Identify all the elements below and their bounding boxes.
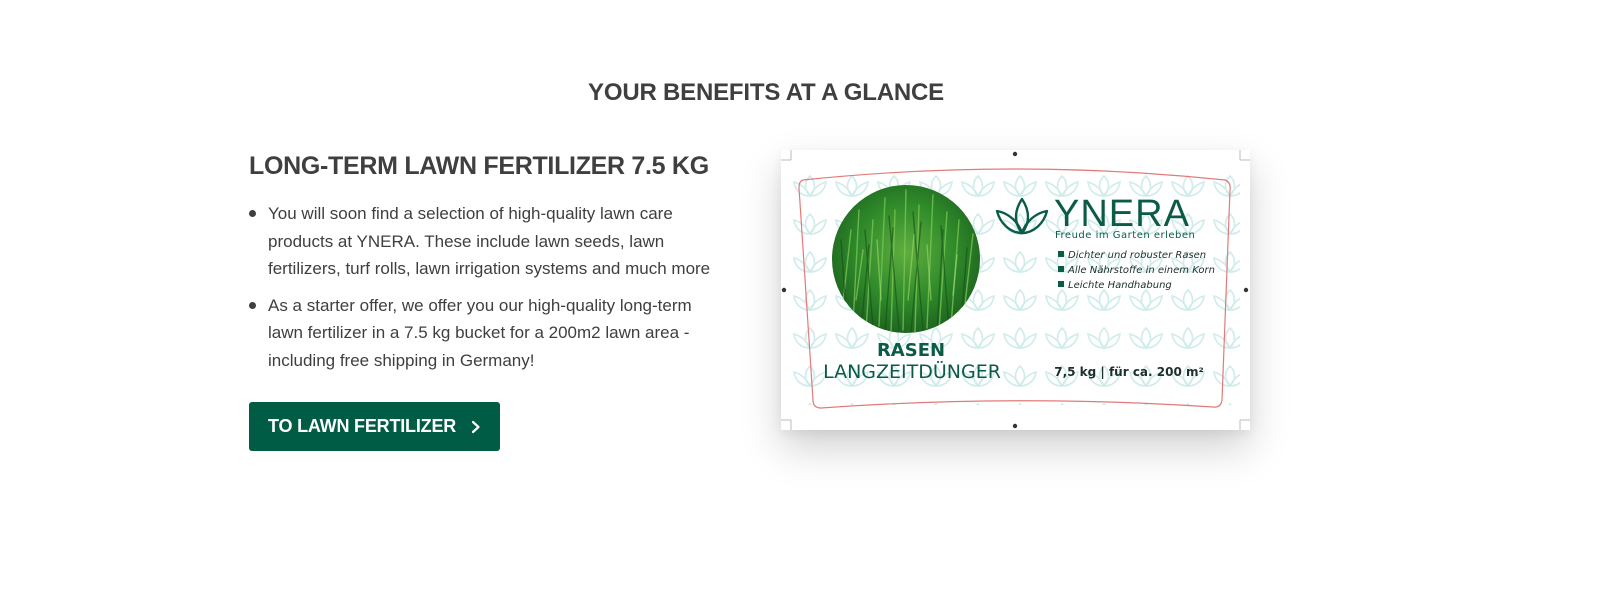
product-line1: RASEN bbox=[877, 340, 945, 361]
chevron-right-icon bbox=[471, 420, 480, 433]
product-label-image: YNERA Freude im Garten erleben Dichter u… bbox=[781, 150, 1250, 430]
grass-photo bbox=[832, 185, 980, 333]
bullet-icon bbox=[249, 210, 256, 217]
benefit-text: You will soon find a selection of high-q… bbox=[268, 204, 711, 278]
cta-label: TO LAWN FERTILIZER bbox=[268, 416, 457, 436]
benefits-content: LONG-TERM LAWN FERTILIZER 7.5 KG You wil… bbox=[249, 150, 719, 451]
benefit-text: As a starter offer, we offer you our hig… bbox=[268, 295, 692, 370]
bullet-icon bbox=[249, 301, 256, 309]
feature-text: Dichter und robuster Rasen bbox=[1068, 250, 1206, 261]
feature-text: Leichte Handhabung bbox=[1068, 280, 1172, 291]
product-line2: LANGZEITDÜNGER bbox=[823, 360, 1001, 383]
list-item: As a starter offer, we offer you our hig… bbox=[249, 292, 719, 375]
benefits-list: You will soon find a selection of high-q… bbox=[249, 200, 719, 374]
section-title: YOUR BENEFITS AT A GLANCE bbox=[588, 79, 944, 106]
size-info: 7,5 kg | für ca. 200 m² bbox=[1054, 365, 1204, 379]
product-title: LONG-TERM LAWN FERTILIZER 7.5 KG bbox=[249, 152, 709, 180]
to-lawn-fertilizer-button[interactable]: TO LAWN FERTILIZER bbox=[249, 402, 501, 451]
brand-text: YNERA bbox=[1054, 193, 1190, 235]
tagline-text: Freude im Garten erleben bbox=[1055, 230, 1195, 241]
feature-text: Alle Nährstoffe in einem Korn bbox=[1067, 265, 1215, 276]
benefits-section: YOUR BENEFITS AT A GLANCE LONG-TERM LAWN… bbox=[0, 0, 1599, 608]
list-item: You will soon find a selection of high-q… bbox=[249, 200, 719, 283]
